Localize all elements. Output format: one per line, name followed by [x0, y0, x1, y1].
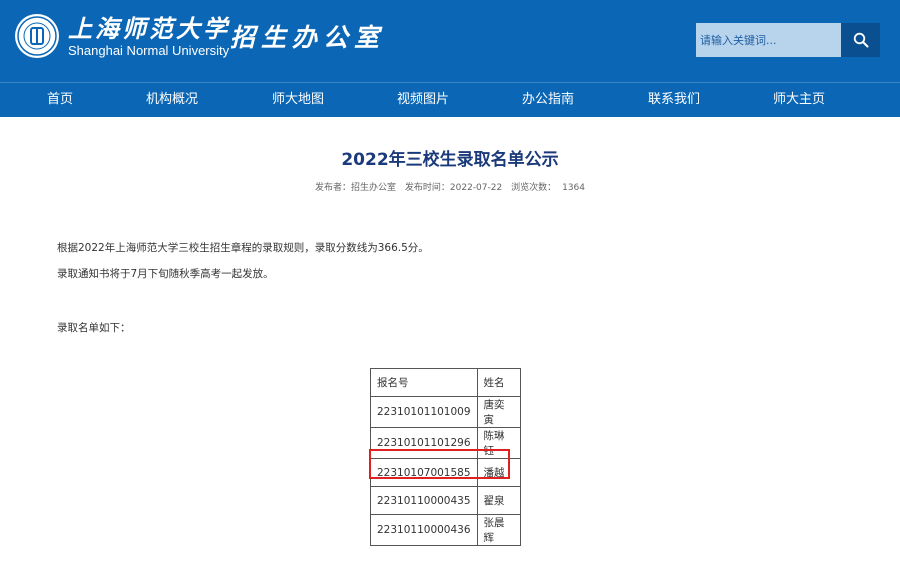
- table-cell-id: 22310101101009: [370, 396, 478, 428]
- nav-item-about[interactable]: 机构概况: [112, 83, 232, 117]
- table-header-row: 报名号 姓名: [370, 368, 521, 397]
- university-logo[interactable]: 上海师范大学 Shanghai Normal University: [14, 13, 230, 59]
- meta-publisher: 发布者：招生办公室: [315, 183, 397, 193]
- table-cell-id: 22310101101296: [370, 427, 478, 459]
- brand-name-cn: 上海师范大学: [68, 13, 230, 43]
- search-input[interactable]: [696, 23, 841, 57]
- table-header-name: 姓名: [476, 368, 521, 397]
- meta-time: 发布时间：2022-07-22: [404, 183, 503, 193]
- table-cell-name: 翟泉: [476, 486, 521, 515]
- search-button[interactable]: [841, 23, 880, 57]
- table-cell-name: 张晨辉: [476, 514, 521, 546]
- paragraph-cutoff: 根据2022年上海师范大学三校生招生章程的录取规则，录取分数线为366.5分。: [57, 242, 429, 254]
- table-cell-name: 潘越: [476, 458, 521, 487]
- table-cell-id: 22310107001585: [370, 458, 478, 487]
- search-icon: [853, 32, 868, 48]
- nav-item-media[interactable]: 视频图片: [363, 83, 483, 117]
- table-row: 22310101101296 陈琳钰: [370, 427, 521, 459]
- meta-views: 1364: [562, 183, 585, 193]
- admission-table: 报名号 姓名 22310101101009 唐奕寅 22310101101296…: [370, 368, 521, 546]
- university-seal-icon: [15, 14, 59, 58]
- table-row: 22310110000436 张晨辉: [370, 514, 521, 546]
- table-row: 22310101101009 唐奕寅: [370, 396, 521, 428]
- table-cell-name: 唐奕寅: [476, 396, 521, 428]
- nav-item-guide[interactable]: 办公指南: [488, 83, 608, 117]
- nav-item-contact[interactable]: 联系我们: [614, 83, 734, 117]
- table-row: 22310107001585 潘越: [370, 458, 521, 487]
- table-cell-name: 陈琳钰: [476, 427, 521, 459]
- nav-item-map[interactable]: 师大地图: [238, 83, 358, 117]
- table-header-id: 报名号: [370, 368, 478, 397]
- nav-item-university-home[interactable]: 师大主页: [739, 83, 859, 117]
- article-meta: 发布者：招生办公室 发布时间：2022-07-22 浏览次数： 1364: [0, 180, 900, 193]
- paragraph-list-intro: 录取名单如下：: [57, 322, 131, 334]
- meta-views-label: 浏览次数：: [511, 183, 557, 193]
- office-title: 招生办公室: [230, 23, 386, 52]
- brand-name-en: Shanghai Normal University: [68, 42, 230, 58]
- main-nav: 首页 机构概况 师大地图 视频图片 办公指南 联系我们 师大主页: [0, 82, 900, 117]
- table-cell-id: 22310110000436: [370, 514, 478, 546]
- article-title: 2022年三校生录取名单公示: [341, 150, 559, 170]
- paragraph-notice: 录取通知书将于7月下旬随秋季高考一起发放。: [57, 268, 274, 280]
- table-cell-id: 22310110000435: [370, 486, 478, 515]
- site-header: 上海师范大学 Shanghai Normal University 招生办公室: [0, 0, 900, 82]
- table-row: 22310110000435 翟泉: [370, 486, 521, 515]
- nav-item-home[interactable]: 首页: [0, 83, 120, 117]
